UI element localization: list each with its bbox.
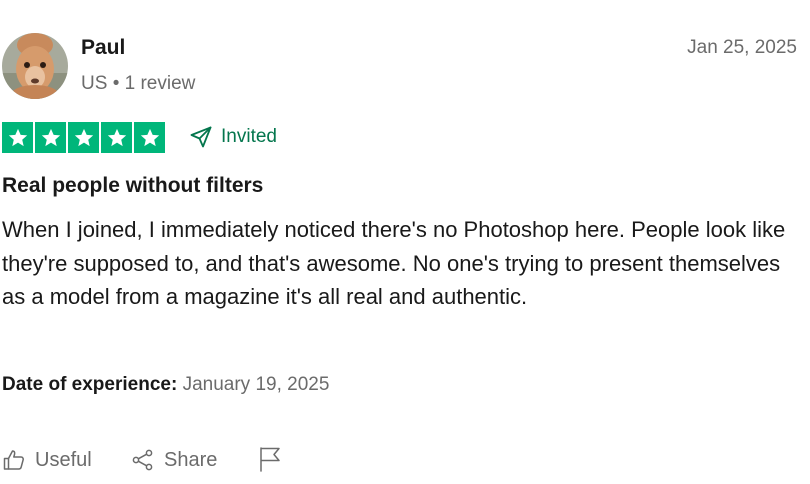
invited-badge[interactable]: Invited	[189, 125, 277, 149]
avatar[interactable]	[2, 33, 68, 99]
experience-label: Date of experience:	[2, 374, 178, 395]
useful-label: Useful	[35, 449, 92, 471]
reviewer-meta: US • 1 review	[81, 72, 195, 96]
useful-button[interactable]: Useful	[2, 446, 92, 474]
share-label: Share	[164, 449, 218, 471]
review-body: When I joined, I immediately noticed the…	[2, 217, 786, 309]
meta-separator: •	[112, 73, 120, 94]
date-of-experience: Date of experience: January 19, 2025	[2, 373, 329, 397]
review-date: Jan 25, 2025	[687, 37, 797, 58]
paper-plane-icon	[190, 126, 212, 148]
star-icon	[68, 122, 99, 153]
share-button[interactable]: Share	[131, 446, 217, 474]
alpaca-avatar-photo	[2, 33, 68, 99]
reviewer-review-count: 1 review	[124, 73, 196, 94]
star-rating	[2, 122, 165, 153]
reviewer-name[interactable]: Paul	[81, 36, 125, 60]
review-title: Real people without filters	[2, 174, 264, 197]
star-icon	[134, 122, 165, 153]
star-icon	[101, 122, 132, 153]
experience-date: January 19, 2025	[182, 374, 330, 395]
review-actions: Useful Share	[0, 446, 810, 474]
share-icon	[132, 449, 153, 471]
reviewer-country: US	[81, 73, 108, 94]
invited-label: Invited	[221, 126, 277, 147]
thumbs-up-icon	[3, 450, 24, 470]
report-button[interactable]	[258, 446, 282, 472]
flag-icon	[260, 447, 280, 472]
star-icon	[2, 122, 33, 153]
star-icon	[35, 122, 66, 153]
